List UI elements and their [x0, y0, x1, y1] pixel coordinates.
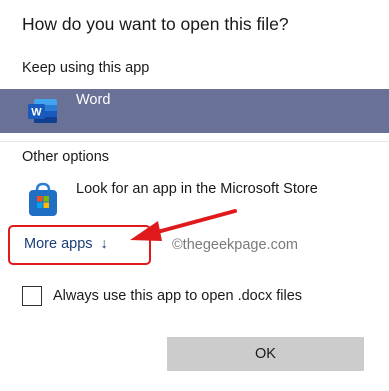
red-annotation-arrow-icon [130, 209, 237, 241]
ok-button[interactable]: OK [167, 337, 364, 371]
open-with-dialog: How do you want to open this file? Keep … [0, 0, 389, 391]
always-use-checkbox[interactable] [22, 286, 42, 306]
always-use-checkbox-label: Always use this app to open .docx files [53, 288, 303, 304]
watermark: ©thegeekpage.com [172, 237, 298, 253]
